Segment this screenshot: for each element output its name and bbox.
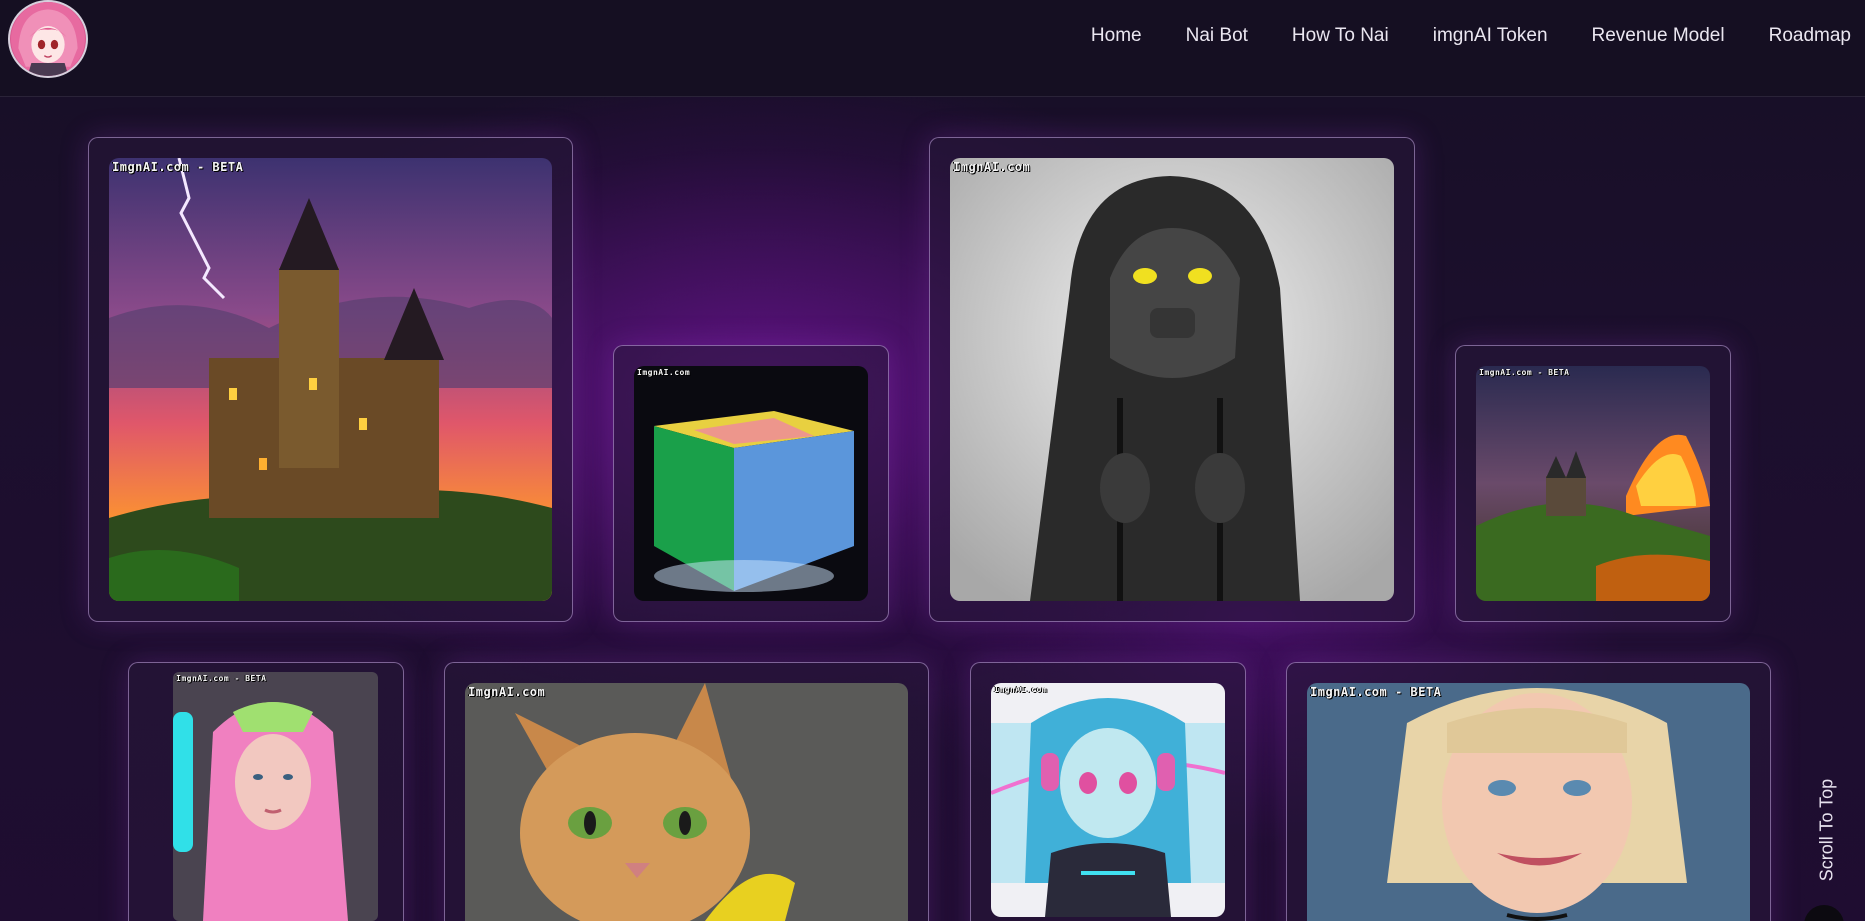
castle-lightning-image[interactable]: ImgnAI.com - BETA	[109, 158, 552, 601]
blonde-woman-image[interactable]: ImgnAI.com - BETA	[1307, 683, 1750, 921]
nav-imgnai-token[interactable]: imgnAI Token	[1411, 24, 1570, 48]
image-watermark: ImgnAI.com - BETA	[176, 674, 267, 683]
castle-volcano-image[interactable]: ImgnAI.com - BETA	[1476, 366, 1710, 601]
nav-roadmap[interactable]: Roadmap	[1747, 24, 1851, 48]
scroll-to-top-button[interactable]: Scroll To Top	[1812, 775, 1842, 885]
main-nav: Home Nai Bot How To Nai imgnAI Token Rev…	[1069, 24, 1851, 48]
image-watermark: ImgnAI.com	[637, 368, 691, 377]
scroll-top-circle-icon[interactable]	[1804, 905, 1844, 921]
image-watermark: ImgnAI.com - BETA	[112, 160, 244, 174]
image-watermark: ImgnAI.com - BETA	[1310, 685, 1442, 699]
scroll-to-top-label: Scroll To Top	[1816, 778, 1837, 882]
hooded-figure-image[interactable]: ImgnAI.com	[950, 158, 1394, 601]
nav-revenue-model[interactable]: Revenue Model	[1570, 24, 1747, 48]
nav-home[interactable]: Home	[1069, 24, 1164, 48]
image-watermark: ImgnAI.com	[994, 685, 1048, 694]
cat-portrait-image[interactable]: ImgnAI.com	[465, 683, 908, 921]
image-watermark: ImgnAI.com - BETA	[1479, 368, 1570, 377]
nav-nai-bot[interactable]: Nai Bot	[1164, 24, 1270, 48]
header-bar: Home Nai Bot How To Nai imgnAI Token Rev…	[0, 0, 1865, 97]
logo-avatar-icon[interactable]	[8, 0, 88, 78]
image-watermark: ImgnAI.com	[468, 685, 546, 699]
image-watermark: ImgnAI.com	[953, 160, 1031, 174]
nav-how-to-nai[interactable]: How To Nai	[1270, 24, 1411, 48]
glowing-cube-image[interactable]: ImgnAI.com	[634, 366, 868, 601]
pink-hair-woman-image[interactable]: ImgnAI.com - BETA	[173, 672, 378, 921]
anime-headphones-girl-image[interactable]: ImgnAI.com	[991, 683, 1225, 917]
